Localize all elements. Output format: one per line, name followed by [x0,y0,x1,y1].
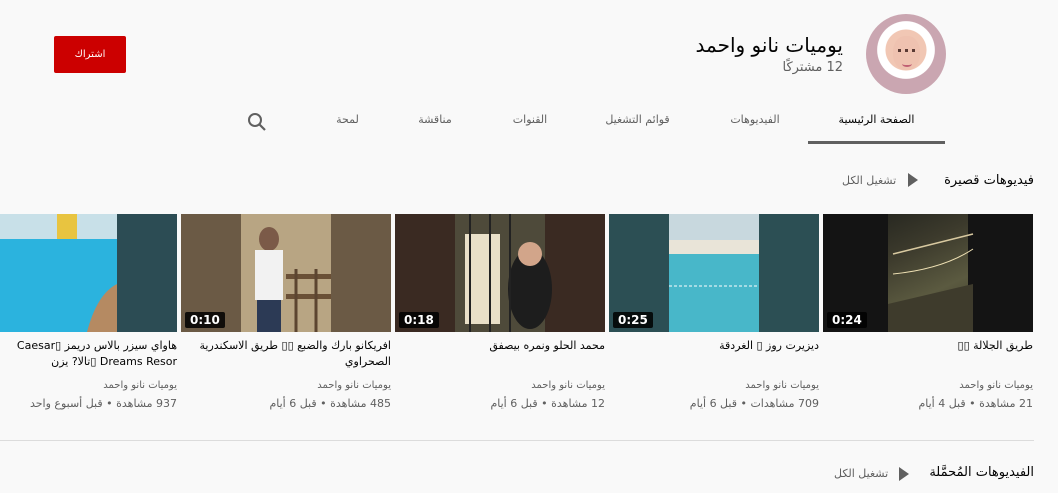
video-card[interactable]: 0:10 افريكانو بارك والضبع ▯▯ طريق الاسكن… [181,214,391,414]
video-duration: 0:24 [827,312,867,328]
tab-channels[interactable]: القنوات [490,105,570,141]
section-divider [0,440,1034,441]
tab-playlists-label: قوائم التشغيل [605,113,670,126]
uploads-play-all[interactable]: تشغيل الكل [834,467,888,480]
video-thumbnail[interactable] [0,214,177,332]
channel-avatar[interactable] [866,14,946,94]
channel-title: يوميات نانو واحمد [695,33,843,57]
video-card[interactable]: هاواي سيزر بالاس دريمز ▯Caesar Dreams Re… [0,214,177,414]
video-title[interactable]: طريق الجلالة ▯▯ [829,338,1033,354]
video-card[interactable]: 0:24 طريق الجلالة ▯▯ يوميات نانو واحمد 2… [823,214,1033,414]
video-meta: 937 مشاهدة • قبل أسبوع واحد [29,397,177,410]
channel-header: يوميات نانو واحمد 12 مشتركًا اشتراك الصف… [0,0,1058,146]
shorts-play-all[interactable]: تشغيل الكل [842,174,896,187]
video-title[interactable]: افريكانو بارك والضبع ▯▯ طريق الاسكندرية … [187,338,391,370]
search-icon[interactable] [247,112,267,132]
video-title[interactable]: ديزيرت روز ▯ الغردقة [615,338,819,354]
tab-about-label: لمحة [336,113,359,126]
play-icon[interactable] [899,467,909,481]
subscribe-button[interactable]: اشتراك [54,36,126,73]
tab-videos[interactable]: الفيديوهات [715,105,795,141]
play-icon[interactable] [908,173,918,187]
tab-home-label: الصفحة الرئيسية [838,113,915,126]
video-channel[interactable]: يوميات نانو واحمد [103,380,177,391]
video-meta: 709 مشاهدات • قبل 6 أيام [689,397,819,410]
tab-channels-label: القنوات [512,113,548,126]
video-meta: 21 مشاهدة • قبل 4 أيام [918,397,1033,410]
video-thumbnail[interactable]: 0:18 [395,214,605,332]
video-duration: 0:10 [185,312,225,328]
video-thumbnail[interactable]: 0:25 [609,214,819,332]
thumbnail-image [0,214,177,332]
video-thumbnail[interactable]: 0:24 [823,214,1033,332]
video-channel[interactable]: يوميات نانو واحمد [745,380,819,391]
avatar-mouth [902,61,912,67]
tab-discussion[interactable]: مناقشة [400,105,470,141]
video-card[interactable]: 0:18 محمد الحلو ونمره بيصفق يوميات نانو … [395,214,605,414]
tab-playlists[interactable]: قوائم التشغيل [590,105,685,141]
video-duration: 0:18 [399,312,439,328]
tab-about[interactable]: لمحة [320,105,375,141]
tab-videos-label: الفيديوهات [730,113,780,126]
subscriber-count: 12 مشتركًا [782,60,844,75]
tab-home[interactable]: الصفحة الرئيسية [808,105,945,144]
video-title[interactable]: محمد الحلو ونمره بيصفق [401,338,605,354]
avatar-eyes [898,49,915,55]
video-channel[interactable]: يوميات نانو واحمد [317,380,391,391]
video-thumbnail[interactable]: 0:10 [181,214,391,332]
video-duration: 0:25 [613,312,653,328]
video-channel[interactable]: يوميات نانو واحمد [531,380,605,391]
video-title[interactable]: هاواي سيزر بالاس دريمز ▯Caesar Dreams Re… [0,338,177,370]
video-channel[interactable]: يوميات نانو واحمد [959,380,1033,391]
video-meta: 485 مشاهدة • قبل 6 أيام [269,397,391,410]
uploads-section-title: الفيديوهات المُحمَّلة [929,465,1034,480]
shorts-section-title: فيديوهات قصيرة [944,173,1034,188]
tab-discussion-label: مناقشة [418,113,452,126]
video-card[interactable]: 0:25 ديزيرت روز ▯ الغردقة يوميات نانو وا… [609,214,819,414]
video-meta: 12 مشاهدة • قبل 6 أيام [490,397,605,410]
